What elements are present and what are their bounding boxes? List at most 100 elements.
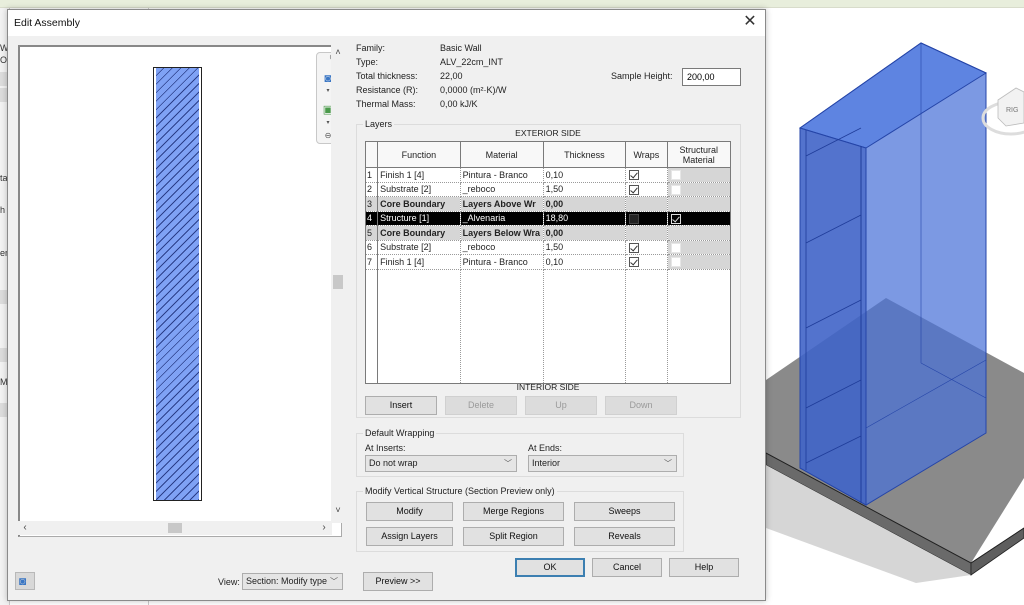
preview-vertical-scrollbar[interactable]: ˄ ˅ — [331, 45, 345, 523]
layer-row[interactable]: 3 Core Boundary Layers Above Wr 0,00 — [364, 196, 732, 212]
wraps-cell[interactable] — [625, 239, 668, 255]
thickness-cell[interactable]: 0,00 — [542, 196, 627, 212]
structural-material-cell[interactable] — [666, 167, 732, 183]
structural-material-cell[interactable] — [666, 210, 732, 226]
wraps-checkbox[interactable] — [629, 213, 640, 224]
row-number: 5 — [364, 225, 379, 241]
at-ends-select[interactable]: Interior ﹀ — [528, 455, 677, 472]
insert-button[interactable]: Insert — [365, 396, 437, 415]
3d-view[interactable]: RIG — [766, 8, 1024, 605]
preview-toggle-button[interactable]: Preview >> — [363, 572, 433, 591]
sweeps-button[interactable]: Sweeps — [574, 502, 675, 521]
thermal-mass-value: 0,00 kJ/K — [440, 99, 478, 109]
resistance-value: 0,0000 (m²·K)/W — [440, 85, 507, 95]
layer-row[interactable]: 7 Finish 1 [4] Pintura - Branco 0,10 — [364, 254, 732, 270]
function-cell[interactable]: Substrate [2] — [377, 181, 461, 197]
function-cell[interactable]: Finish 1 [4] — [377, 254, 461, 270]
chevron-down-icon: ﹀ — [330, 577, 338, 586]
column-header-function[interactable]: Function — [377, 141, 461, 168]
column-header-thickness[interactable]: Thickness — [542, 141, 627, 168]
structural-material-cell[interactable] — [666, 225, 732, 241]
wraps-cell[interactable] — [625, 254, 668, 270]
function-cell[interactable]: Core Boundary — [377, 225, 461, 241]
assign-layers-button[interactable]: Assign Layers — [366, 527, 453, 546]
structural-material-checkbox[interactable] — [670, 242, 681, 253]
material-cell[interactable]: _reboco — [459, 181, 544, 197]
function-cell[interactable]: Finish 1 [4] — [377, 167, 461, 183]
scroll-left-icon[interactable]: ‹ — [19, 521, 31, 535]
family-value: Basic Wall — [440, 43, 482, 53]
wraps-cell[interactable] — [625, 210, 668, 226]
wraps-checkbox[interactable] — [629, 184, 640, 195]
type-value: ALV_22cm_INT — [440, 57, 503, 67]
wraps-cell[interactable] — [625, 167, 668, 183]
panel-text-fragment: h — [0, 205, 6, 215]
reveals-button[interactable]: Reveals — [574, 527, 675, 546]
material-cell[interactable]: Pintura - Branco — [459, 167, 544, 183]
function-cell[interactable]: Substrate [2] — [377, 239, 461, 255]
layer-row[interactable]: 5 Core Boundary Layers Below Wra 0,00 — [364, 225, 732, 241]
wraps-checkbox[interactable] — [629, 170, 640, 181]
down-button[interactable]: Down — [605, 396, 677, 415]
section-preview[interactable]: ◎ ◙ ▾ ▣ ▾ ⊖ — [18, 45, 342, 537]
help-button[interactable]: Help — [669, 558, 739, 577]
sample-height-input[interactable] — [682, 68, 741, 86]
split-region-button[interactable]: Split Region — [463, 527, 564, 546]
delete-button[interactable]: Delete — [445, 396, 517, 415]
close-icon[interactable]: ✕ — [741, 13, 759, 31]
structural-material-cell[interactable] — [666, 239, 732, 255]
material-cell[interactable]: _Alvenaria — [459, 210, 544, 226]
view-select[interactable]: Section: Modify type ﹀ — [242, 573, 343, 590]
thickness-cell[interactable]: 1,50 — [542, 181, 627, 197]
wraps-cell[interactable] — [625, 181, 668, 197]
structural-material-cell[interactable] — [666, 196, 732, 212]
scrollbar-thumb[interactable] — [168, 523, 182, 533]
layer-row[interactable]: 2 Substrate [2] _reboco 1,50 — [364, 181, 732, 197]
row-number: 4 — [364, 210, 379, 226]
thickness-cell[interactable]: 0,00 — [542, 225, 627, 241]
structural-material-checkbox[interactable] — [670, 213, 681, 224]
scroll-up-icon[interactable]: ˄ — [331, 47, 345, 59]
structural-material-checkbox[interactable] — [670, 170, 681, 181]
structural-material-checkbox[interactable] — [670, 184, 681, 195]
scroll-down-icon[interactable]: ˅ — [331, 505, 345, 517]
modify-button[interactable]: Modify — [366, 502, 453, 521]
at-inserts-select[interactable]: Do not wrap ﹀ — [365, 455, 517, 472]
wraps-checkbox[interactable] — [629, 257, 640, 268]
ok-button[interactable]: OK — [515, 558, 585, 577]
up-button[interactable]: Up — [525, 396, 597, 415]
column-header-structural-material[interactable]: Structural Material — [666, 141, 732, 168]
material-cell[interactable]: Layers Above Wr — [459, 196, 544, 212]
wraps-cell[interactable] — [625, 225, 668, 241]
thickness-cell[interactable]: 18,80 — [542, 210, 627, 226]
material-cell[interactable]: Layers Below Wra — [459, 225, 544, 241]
row-number: 3 — [364, 196, 379, 212]
merge-regions-button[interactable]: Merge Regions — [463, 502, 564, 521]
wraps-checkbox[interactable] — [629, 242, 640, 253]
thickness-cell[interactable]: 0,10 — [542, 254, 627, 270]
material-cell[interactable]: Pintura - Branco — [459, 254, 544, 270]
thickness-cell[interactable]: 0,10 — [542, 167, 627, 183]
thickness-cell[interactable]: 1,50 — [542, 239, 627, 255]
function-cell[interactable]: Core Boundary — [377, 196, 461, 212]
row-number: 2 — [364, 181, 379, 197]
structural-material-checkbox[interactable] — [670, 257, 681, 268]
layers-table: Function Material Thickness Wraps Struct… — [364, 141, 732, 384]
wall-section-preview — [153, 67, 202, 501]
cancel-button[interactable]: Cancel — [592, 558, 662, 577]
row-number: 1 — [364, 167, 379, 183]
wraps-cell[interactable] — [625, 196, 668, 212]
material-cell[interactable]: _reboco — [459, 239, 544, 255]
structural-material-cell[interactable] — [666, 254, 732, 270]
column-header-material[interactable]: Material — [459, 141, 544, 168]
preview-horizontal-scrollbar[interactable]: ‹ › — [18, 521, 332, 535]
column-header-wraps[interactable]: Wraps — [625, 141, 668, 168]
layer-row[interactable]: 1 Finish 1 [4] Pintura - Branco 0,10 — [364, 167, 732, 183]
2d-navigation-wheel-button[interactable]: ◙ — [15, 572, 35, 590]
structural-material-cell[interactable] — [666, 181, 732, 197]
layer-row[interactable]: 6 Substrate [2] _reboco 1,50 — [364, 239, 732, 255]
function-cell[interactable]: Structure [1] — [377, 210, 461, 226]
layer-row[interactable]: 4 Structure [1] _Alvenaria 18,80 — [364, 210, 732, 226]
scrollbar-thumb[interactable] — [333, 275, 343, 289]
scroll-right-icon[interactable]: › — [318, 521, 330, 535]
